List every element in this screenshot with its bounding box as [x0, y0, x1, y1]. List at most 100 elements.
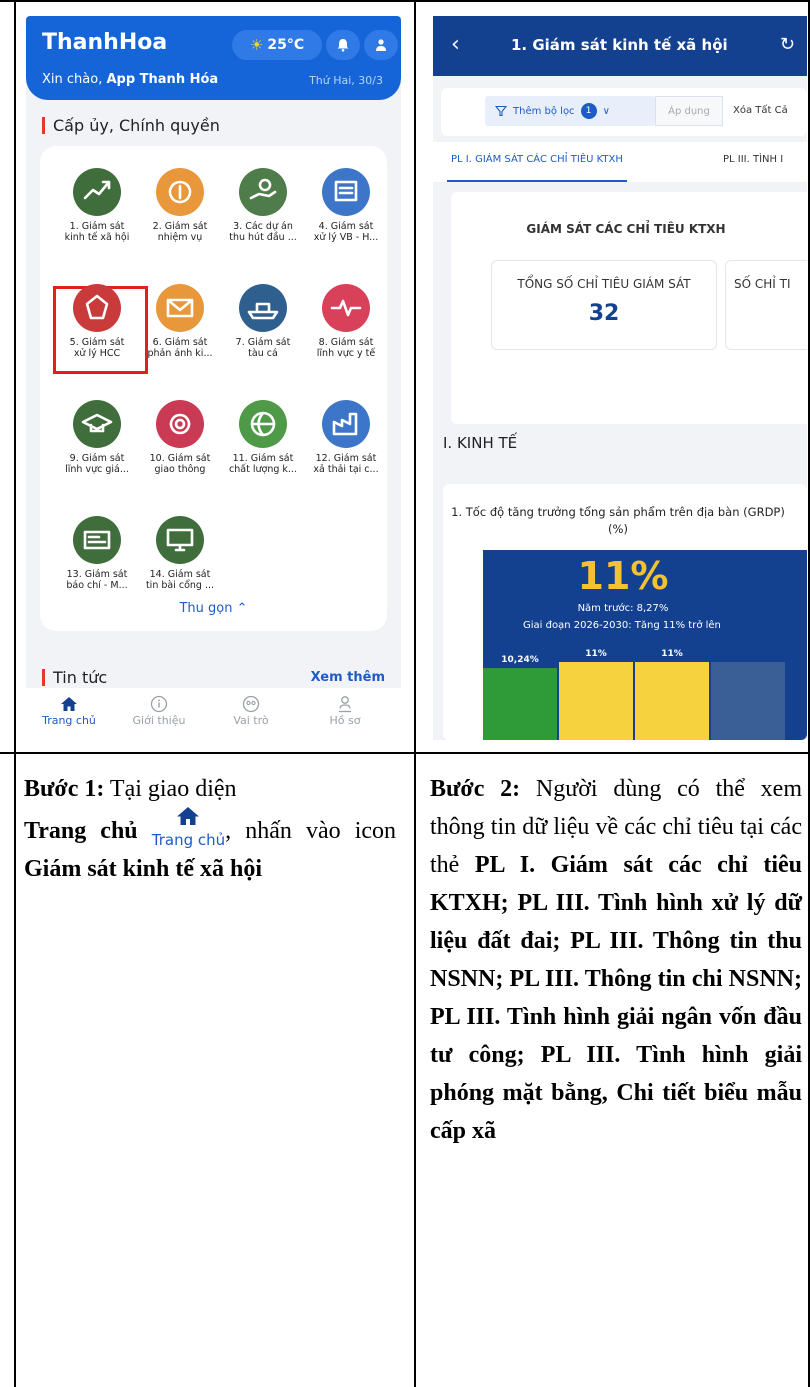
grid-item-7[interactable]: 7. Giám sát tàu cá: [222, 284, 304, 359]
reload-icon[interactable]: ↻: [780, 34, 795, 55]
account-button[interactable]: [364, 30, 398, 60]
kpi-second-label: SỐ CHỈ TI: [734, 277, 791, 291]
chart-title: 1. Tốc độ tăng trưởng tổng sản phẩm trên…: [451, 505, 785, 536]
bottom-tab-bar: Trang chủ Giới thiệu Vai trò Hồ sơ: [26, 688, 401, 740]
previous-year-text: Năm trước: 8,27%: [577, 603, 669, 614]
header-date: Thứ Hai, 30/3: [309, 74, 383, 87]
bar-label-2: 11%: [585, 649, 607, 659]
dashboard-header: ‹ 1. Giám sát kinh tế xã hội ↻: [433, 16, 807, 76]
bar-3: [635, 662, 709, 740]
roles-icon: [242, 695, 260, 713]
globe-leaf-icon: [239, 400, 287, 448]
heartbeat-icon: [322, 284, 370, 332]
grid-item-14[interactable]: 14. Giám sát tin bài cổng ...: [139, 516, 221, 591]
grid-item-11[interactable]: 11. Giám sát chất lượng k...: [222, 400, 304, 475]
growth-chart-icon: [73, 168, 121, 216]
filter-bar: Thêm bộ lọc 1 ∨ Áp dụng Xóa Tất Cả: [441, 88, 807, 136]
back-arrow-icon[interactable]: ‹: [451, 32, 460, 57]
inline-home-tab: Trang chủ: [152, 806, 225, 848]
grid-item-1[interactable]: 1. Giám sát kinh tế xã hội: [56, 168, 138, 243]
home-header: ThanhHoa ☀ 25°C Xin chào, App Thanh Hóa T…: [26, 16, 401, 100]
factory-icon: [322, 400, 370, 448]
table-border-left: [14, 0, 16, 1387]
dashboard-title: 1. Giám sát kinh tế xã hội: [511, 36, 728, 54]
kpi-second-box: SỐ CHỈ TI: [725, 260, 807, 350]
grid-item-2[interactable]: 2. Giám sát nhiệm vụ: [139, 168, 221, 243]
public-service-icon: [73, 284, 121, 332]
greeting-prefix: Xin chào,: [42, 72, 107, 87]
grid-item-label: 5. Giám sát xử lý HCC: [69, 337, 125, 359]
fishing-boat-icon: [239, 284, 287, 332]
grid-item-4[interactable]: 4. Giám sát xử lý VB - H...: [305, 168, 387, 243]
chart-panel: 10,24% 11% 11% 11% Năm trước: 8,27% Giai đ…: [483, 550, 807, 740]
grid-item-10[interactable]: 10. Giám sát giao thông: [139, 400, 221, 475]
section-economy: I. KINH TẾ: [443, 434, 518, 452]
add-filter-label: Thêm bộ lọc: [513, 105, 575, 117]
grid-item-label: 1. Giám sát kinh tế xã hội: [64, 221, 130, 243]
notification-button[interactable]: [326, 30, 360, 60]
collapse-button[interactable]: Thu gọn ⌃: [40, 601, 387, 616]
filter-count-badge: 1: [580, 103, 597, 119]
tab-home[interactable]: Trang chủ: [26, 694, 114, 727]
home-icon: [177, 807, 200, 825]
grid-item-5[interactable]: 5. Giám sát xử lý HCC: [56, 284, 138, 359]
tab-about-label: Giới thiệu: [132, 714, 186, 727]
grid-item-label: 9. Giám sát lĩnh vực giá...: [65, 453, 129, 475]
tab-roles[interactable]: Vai trò: [206, 694, 296, 727]
news-card-icon: [73, 516, 121, 564]
weather-chip[interactable]: ☀ 25°C: [232, 30, 322, 60]
clear-all-button[interactable]: Xóa Tất Cả: [733, 105, 788, 116]
investment-hand-icon: [239, 168, 287, 216]
weather-temp: 25°C: [267, 37, 305, 53]
tab-pl1[interactable]: PL I. GIÁM SÁT CÁC CHỈ TIÊU KTXH: [451, 154, 623, 165]
chevron-up-icon: ⌃: [236, 601, 248, 616]
period-target-text: Giai đoạn 2026-2030: Tăng 11% trở lên: [523, 620, 721, 631]
kpi-total-box: TỔNG SỐ CHỈ TIÊU GIÁM SÁT 32: [491, 260, 717, 350]
active-tab-indicator: [447, 180, 627, 182]
kpi-total-value: 32: [588, 301, 620, 326]
grid-item-13[interactable]: 13. Giám sát báo chí - M...: [56, 516, 138, 591]
step-2-text: Bước 2: Người dùng có thể xem thông tin …: [430, 770, 802, 1150]
grid-item-label: 10. Giám sát giao thông: [149, 453, 211, 475]
coin-task-icon: [156, 168, 204, 216]
table-column-divider: [414, 0, 416, 1387]
apply-button[interactable]: Áp dụng: [655, 96, 723, 126]
bar-1: [483, 668, 557, 740]
grid-item-3[interactable]: 3. Các dự án thu hút đầu ...: [222, 168, 304, 243]
tab-about[interactable]: Giới thiệu: [114, 694, 204, 727]
kpi-card: GIÁM SÁT CÁC CHỈ TIÊU KTXH TỔNG SỐ CHỈ T…: [451, 192, 807, 424]
kpi-total-label: TỔNG SỐ CHỈ TIÊU GIÁM SÁT: [517, 277, 691, 291]
step-1-part-c: , nhấn vào icon: [225, 818, 397, 844]
grid-item-label: 8. Giám sát lĩnh vực y tế: [316, 337, 376, 359]
section-accent-bar: [42, 117, 45, 134]
bar-label-1: 10,24%: [501, 655, 539, 665]
collapse-label: Thu gọn: [179, 601, 233, 616]
graduation-cap-icon: [73, 400, 121, 448]
bar-4: [711, 662, 785, 740]
grid-item-9[interactable]: 9. Giám sát lĩnh vực giá...: [56, 400, 138, 475]
dashboard-screenshot: ‹ 1. Giám sát kinh tế xã hội ↻ Thêm bộ l…: [433, 16, 807, 740]
tab-profile[interactable]: Hồ sơ: [300, 694, 390, 727]
see-more-link[interactable]: Xem thêm: [311, 670, 385, 685]
feedback-mail-icon: [156, 284, 204, 332]
bell-icon: [337, 39, 349, 52]
add-filter-button[interactable]: Thêm bộ lọc 1 ∨: [485, 96, 655, 126]
grid-item-label: 4. Giám sát xử lý VB - H...: [313, 221, 379, 243]
filter-funnel-icon: [495, 105, 507, 117]
greeting-name: App Thanh Hóa: [106, 72, 219, 87]
section-title: Cấp ủy, Chính quyền: [53, 116, 220, 135]
grid-item-8[interactable]: 8. Giám sát lĩnh vực y tế: [305, 284, 387, 359]
step-2-label: Bước 2:: [430, 776, 521, 802]
grid-item-label: 7. Giám sát tàu cá: [235, 337, 291, 359]
grid-item-label: 13. Giám sát báo chí - M...: [66, 569, 128, 591]
grid-item-12[interactable]: 12. Giám sát xả thải tại c...: [305, 400, 387, 475]
user-icon: [376, 39, 386, 51]
grid-item-6[interactable]: 6. Giám sát phản ánh ki...: [139, 284, 221, 359]
home-icon: [61, 697, 77, 711]
bar-2: [559, 662, 633, 740]
app-title: ThanhHoa: [42, 30, 168, 55]
tab-pl3[interactable]: PL III. TÌNH I: [723, 154, 783, 165]
tab-roles-label: Vai trò: [233, 714, 269, 727]
chevron-down-icon: ∨: [602, 105, 610, 117]
monitor-icon: [156, 516, 204, 564]
